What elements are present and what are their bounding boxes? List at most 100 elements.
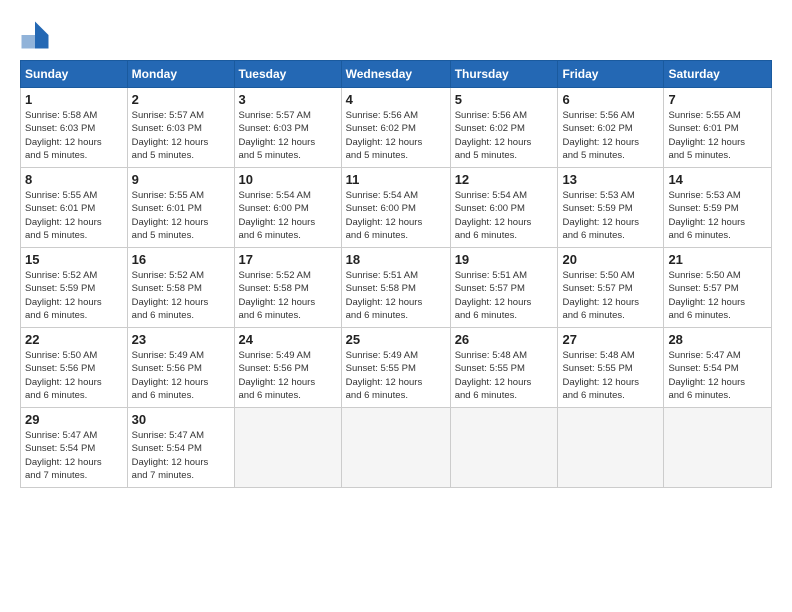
day-cell: 25 Sunrise: 5:49 AM Sunset: 5:55 PM Dayli… bbox=[341, 328, 450, 408]
day-cell: 8 Sunrise: 5:55 AM Sunset: 6:01 PM Daylig… bbox=[21, 168, 128, 248]
day-number: 8 bbox=[25, 172, 123, 187]
day-cell: 2 Sunrise: 5:57 AM Sunset: 6:03 PM Daylig… bbox=[127, 88, 234, 168]
header-cell-wednesday: Wednesday bbox=[341, 61, 450, 88]
day-info: Sunrise: 5:50 AM Sunset: 5:57 PM Dayligh… bbox=[668, 269, 767, 322]
day-cell: 28 Sunrise: 5:47 AM Sunset: 5:54 PM Dayli… bbox=[664, 328, 772, 408]
day-cell: 10Sunrise: 5:54 AM Sunset: 6:00 PM Dayli… bbox=[234, 168, 341, 248]
day-info: Sunrise: 5:50 AM Sunset: 5:56 PM Dayligh… bbox=[25, 349, 123, 402]
day-number: 13 bbox=[562, 172, 659, 187]
header-cell-sunday: Sunday bbox=[21, 61, 128, 88]
day-number: 18 bbox=[346, 252, 446, 267]
day-number: 7 bbox=[668, 92, 767, 107]
day-cell: 30Sunrise: 5:47 AM Sunset: 5:54 PM Dayli… bbox=[127, 408, 234, 488]
day-cell: 1Sunrise: 5:58 AM Sunset: 6:03 PM Daylig… bbox=[21, 88, 128, 168]
day-cell: 4 Sunrise: 5:56 AM Sunset: 6:02 PM Daylig… bbox=[341, 88, 450, 168]
day-info: Sunrise: 5:49 AM Sunset: 5:55 PM Dayligh… bbox=[346, 349, 446, 402]
day-cell bbox=[341, 408, 450, 488]
day-cell: 23Sunrise: 5:49 AM Sunset: 5:56 PM Dayli… bbox=[127, 328, 234, 408]
day-info: Sunrise: 5:56 AM Sunset: 6:02 PM Dayligh… bbox=[346, 109, 446, 162]
day-info: Sunrise: 5:49 AM Sunset: 5:56 PM Dayligh… bbox=[239, 349, 337, 402]
day-number: 25 bbox=[346, 332, 446, 347]
day-info: Sunrise: 5:51 AM Sunset: 5:58 PM Dayligh… bbox=[346, 269, 446, 322]
day-number: 24 bbox=[239, 332, 337, 347]
day-info: Sunrise: 5:53 AM Sunset: 5:59 PM Dayligh… bbox=[562, 189, 659, 242]
day-number: 22 bbox=[25, 332, 123, 347]
week-row-5: 29 Sunrise: 5:47 AM Sunset: 5:54 PM Dayli… bbox=[21, 408, 772, 488]
day-number: 3 bbox=[239, 92, 337, 107]
week-row-1: 1Sunrise: 5:58 AM Sunset: 6:03 PM Daylig… bbox=[21, 88, 772, 168]
header-cell-thursday: Thursday bbox=[450, 61, 558, 88]
day-cell: 11Sunrise: 5:54 AM Sunset: 6:00 PM Dayli… bbox=[341, 168, 450, 248]
day-number: 21 bbox=[668, 252, 767, 267]
day-number: 26 bbox=[455, 332, 554, 347]
day-cell: 7 Sunrise: 5:55 AM Sunset: 6:01 PM Daylig… bbox=[664, 88, 772, 168]
day-info: Sunrise: 5:49 AM Sunset: 5:56 PM Dayligh… bbox=[132, 349, 230, 402]
day-info: Sunrise: 5:55 AM Sunset: 6:01 PM Dayligh… bbox=[25, 189, 123, 242]
day-info: Sunrise: 5:51 AM Sunset: 5:57 PM Dayligh… bbox=[455, 269, 554, 322]
day-info: Sunrise: 5:48 AM Sunset: 5:55 PM Dayligh… bbox=[562, 349, 659, 402]
day-cell: 12Sunrise: 5:54 AM Sunset: 6:00 PM Dayli… bbox=[450, 168, 558, 248]
day-number: 29 bbox=[25, 412, 123, 427]
day-cell: 17 Sunrise: 5:52 AM Sunset: 5:58 PM Dayli… bbox=[234, 248, 341, 328]
day-cell: 15 Sunrise: 5:52 AM Sunset: 5:59 PM Dayli… bbox=[21, 248, 128, 328]
day-cell: 14 Sunrise: 5:53 AM Sunset: 5:59 PM Dayli… bbox=[664, 168, 772, 248]
day-cell: 27 Sunrise: 5:48 AM Sunset: 5:55 PM Dayli… bbox=[558, 328, 664, 408]
header-cell-saturday: Saturday bbox=[664, 61, 772, 88]
day-number: 2 bbox=[132, 92, 230, 107]
day-info: Sunrise: 5:52 AM Sunset: 5:58 PM Dayligh… bbox=[239, 269, 337, 322]
day-cell: 19 Sunrise: 5:51 AM Sunset: 5:57 PM Dayli… bbox=[450, 248, 558, 328]
day-info: Sunrise: 5:57 AM Sunset: 6:03 PM Dayligh… bbox=[132, 109, 230, 162]
week-row-4: 22 Sunrise: 5:50 AM Sunset: 5:56 PM Dayli… bbox=[21, 328, 772, 408]
day-cell bbox=[664, 408, 772, 488]
day-number: 10 bbox=[239, 172, 337, 187]
day-cell: 22 Sunrise: 5:50 AM Sunset: 5:56 PM Dayli… bbox=[21, 328, 128, 408]
header-cell-monday: Monday bbox=[127, 61, 234, 88]
day-number: 6 bbox=[562, 92, 659, 107]
day-number: 12 bbox=[455, 172, 554, 187]
day-info: Sunrise: 5:48 AM Sunset: 5:55 PM Dayligh… bbox=[455, 349, 554, 402]
day-cell bbox=[234, 408, 341, 488]
header-row: SundayMondayTuesdayWednesdayThursdayFrid… bbox=[21, 61, 772, 88]
logo bbox=[20, 20, 52, 50]
day-number: 27 bbox=[562, 332, 659, 347]
logo-icon bbox=[20, 20, 50, 50]
day-info: Sunrise: 5:53 AM Sunset: 5:59 PM Dayligh… bbox=[668, 189, 767, 242]
day-number: 14 bbox=[668, 172, 767, 187]
day-cell: 26 Sunrise: 5:48 AM Sunset: 5:55 PM Dayli… bbox=[450, 328, 558, 408]
header-cell-tuesday: Tuesday bbox=[234, 61, 341, 88]
day-number: 20 bbox=[562, 252, 659, 267]
day-number: 28 bbox=[668, 332, 767, 347]
day-number: 17 bbox=[239, 252, 337, 267]
day-info: Sunrise: 5:56 AM Sunset: 6:02 PM Dayligh… bbox=[455, 109, 554, 162]
day-cell: 16 Sunrise: 5:52 AM Sunset: 5:58 PM Dayli… bbox=[127, 248, 234, 328]
header bbox=[20, 20, 772, 50]
calendar-table: SundayMondayTuesdayWednesdayThursdayFrid… bbox=[20, 60, 772, 488]
day-number: 4 bbox=[346, 92, 446, 107]
day-cell: 13 Sunrise: 5:53 AM Sunset: 5:59 PM Dayli… bbox=[558, 168, 664, 248]
day-cell: 24 Sunrise: 5:49 AM Sunset: 5:56 PM Dayli… bbox=[234, 328, 341, 408]
day-cell: 9Sunrise: 5:55 AM Sunset: 6:01 PM Daylig… bbox=[127, 168, 234, 248]
day-cell: 3 Sunrise: 5:57 AM Sunset: 6:03 PM Daylig… bbox=[234, 88, 341, 168]
day-number: 1 bbox=[25, 92, 123, 107]
calendar-header: SundayMondayTuesdayWednesdayThursdayFrid… bbox=[21, 61, 772, 88]
day-number: 15 bbox=[25, 252, 123, 267]
day-number: 30 bbox=[132, 412, 230, 427]
header-cell-friday: Friday bbox=[558, 61, 664, 88]
day-info: Sunrise: 5:47 AM Sunset: 5:54 PM Dayligh… bbox=[25, 429, 123, 482]
day-info: Sunrise: 5:47 AM Sunset: 5:54 PM Dayligh… bbox=[668, 349, 767, 402]
day-number: 11 bbox=[346, 172, 446, 187]
day-info: Sunrise: 5:50 AM Sunset: 5:57 PM Dayligh… bbox=[562, 269, 659, 322]
day-number: 9 bbox=[132, 172, 230, 187]
day-number: 19 bbox=[455, 252, 554, 267]
day-info: Sunrise: 5:55 AM Sunset: 6:01 PM Dayligh… bbox=[668, 109, 767, 162]
day-info: Sunrise: 5:52 AM Sunset: 5:59 PM Dayligh… bbox=[25, 269, 123, 322]
week-row-3: 15 Sunrise: 5:52 AM Sunset: 5:59 PM Dayli… bbox=[21, 248, 772, 328]
day-number: 16 bbox=[132, 252, 230, 267]
day-cell: 5 Sunrise: 5:56 AM Sunset: 6:02 PM Daylig… bbox=[450, 88, 558, 168]
calendar-body: 1Sunrise: 5:58 AM Sunset: 6:03 PM Daylig… bbox=[21, 88, 772, 488]
day-number: 5 bbox=[455, 92, 554, 107]
day-info: Sunrise: 5:52 AM Sunset: 5:58 PM Dayligh… bbox=[132, 269, 230, 322]
day-cell bbox=[450, 408, 558, 488]
day-cell: 18 Sunrise: 5:51 AM Sunset: 5:58 PM Dayli… bbox=[341, 248, 450, 328]
day-info: Sunrise: 5:57 AM Sunset: 6:03 PM Dayligh… bbox=[239, 109, 337, 162]
